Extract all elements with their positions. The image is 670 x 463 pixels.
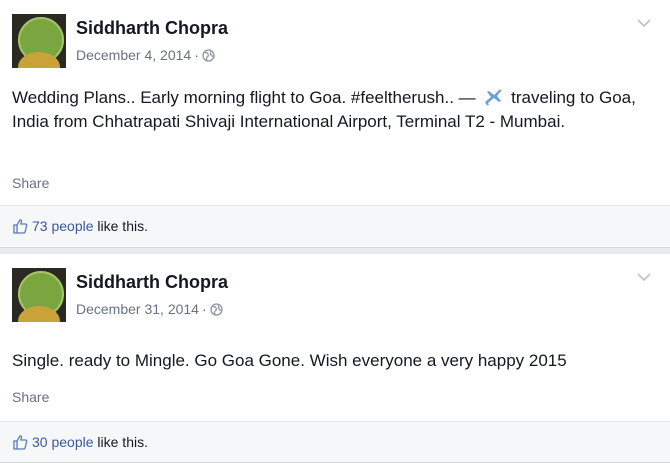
share-link[interactable]: Share [12,389,49,405]
chevron-down-icon[interactable] [636,272,652,282]
post-text: Single. ready to Mingle. Go Goa Gone. Wi… [12,351,567,370]
likes-summary: 30 people like this. [12,434,148,450]
likes-suffix: like this. [93,434,148,450]
avatar[interactable] [12,14,66,68]
feed-post: Siddharth Chopra December 4, 2014 · Weddi… [0,0,670,248]
separator: · [194,47,199,63]
airplane-icon [482,88,505,106]
likes-count-link[interactable]: 30 people [32,434,94,450]
post-date[interactable]: December 31, 2014 [76,301,199,317]
post-meta: December 31, 2014 · [76,301,223,317]
author-name[interactable]: Siddharth Chopra [76,272,228,293]
thumbs-up-icon[interactable] [12,218,28,234]
author-name[interactable]: Siddharth Chopra [76,18,228,39]
post-text-part: Wedding Plans.. Early morning flight to … [12,88,476,107]
feed-post: Siddharth Chopra December 31, 2014 · Sing… [0,254,670,463]
likes-bar: 73 people like this. [0,205,670,246]
separator: · [201,301,207,317]
likes-count-link[interactable]: 73 people [32,218,94,234]
thumbs-up-icon[interactable] [12,434,28,450]
post-header: Siddharth Chopra December 31, 2014 · [10,264,660,334]
post-meta: December 4, 2014 · [76,47,215,63]
post-date[interactable]: December 4, 2014 [76,47,191,63]
chevron-down-icon[interactable] [636,18,652,28]
likes-summary: 73 people like this. [12,218,148,234]
share-link[interactable]: Share [12,175,49,191]
avatar[interactable] [12,268,66,322]
globe-icon[interactable] [202,49,215,62]
post-header: Siddharth Chopra December 4, 2014 · [10,10,660,80]
post-text: Wedding Plans.. Early morning flight to … [12,86,652,134]
globe-icon[interactable] [209,303,223,316]
likes-bar: 30 people like this. [0,421,670,462]
likes-suffix: like this. [93,218,148,234]
